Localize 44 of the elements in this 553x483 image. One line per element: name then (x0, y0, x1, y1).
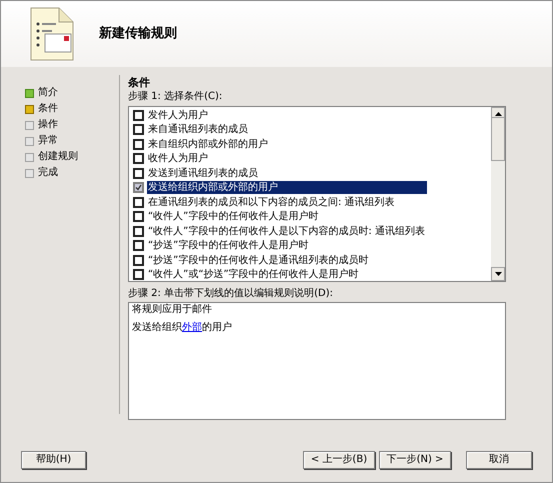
step-label: 创建规则 (38, 151, 78, 163)
cancel-button[interactable]: 取消 (466, 451, 532, 469)
condition-item[interactable]: 发送到通讯组列表的成员 (147, 166, 259, 180)
scroll-down-icon[interactable] (494, 272, 502, 276)
help-button[interactable]: 帮助(H) (21, 451, 86, 469)
step-label: 步骤 2: 单击带下划线的值以编辑规则说明(D): (128, 287, 334, 300)
step-label: 完成 (38, 167, 58, 179)
condition-item[interactable]: 来自通讯组列表的成员 (147, 123, 249, 136)
checkbox[interactable] (133, 182, 144, 194)
document-icon (29, 6, 75, 62)
checkbox[interactable] (133, 110, 144, 121)
value-link[interactable]: 外部 (182, 322, 202, 333)
condition-item[interactable]: 在通讯组列表的成员和以下内容的成员之间: 通讯组列表 (147, 196, 396, 209)
condition-item[interactable]: “收件人”或“抄送”字段中的任何收件人是用户时 (147, 268, 360, 281)
description-line: 发送给组织外部的用户 (132, 321, 233, 334)
step-label: 操作 (38, 119, 58, 131)
next-button[interactable]: 下一步(N) > (379, 451, 451, 469)
checkbox[interactable] (133, 226, 144, 237)
condition-item[interactable]: “收件人”字段中的任何收件人是以下内容的成员时: 通讯组列表 (147, 224, 426, 238)
step-label: 步骤 1: 选择条件(C): (128, 90, 224, 103)
condition-item[interactable]: “收件人”字段中的任何收件人是用户时 (147, 210, 320, 224)
description-heading: 将规则应用于邮件 (132, 303, 213, 316)
condition-item[interactable]: 来自组织内部或外部的用户 (147, 138, 269, 151)
checkbox[interactable] (133, 240, 144, 252)
step-label: 异常 (38, 135, 58, 147)
step-label: 简介 (38, 87, 58, 99)
condition-item[interactable]: “抄送”字段中的任何收件人是通讯组列表的成员时 (147, 254, 370, 267)
checkbox[interactable] (133, 211, 144, 222)
checkbox[interactable] (133, 254, 144, 266)
checkbox[interactable] (133, 138, 144, 150)
checkbox[interactable] (133, 153, 144, 164)
step-label: 条件 (38, 103, 58, 115)
checkbox[interactable] (133, 124, 144, 136)
checkbox[interactable] (133, 196, 144, 208)
condition-item[interactable]: 收件人为用户 (147, 152, 209, 166)
condition-item[interactable]: 发件人为用户 (147, 108, 209, 122)
back-button[interactable]: < 上一步(B) (303, 451, 375, 469)
checkbox[interactable] (133, 168, 144, 179)
condition-item[interactable]: “抄送”字段中的任何收件人是用户时 (147, 239, 310, 252)
condition-item[interactable]: 发送给组织内部或外部的用户 (147, 181, 427, 194)
checkbox[interactable] (133, 269, 144, 280)
scrollbar[interactable] (491, 107, 505, 281)
window-title: 新建传输规则 (99, 24, 177, 44)
section-title: 条件 (128, 76, 151, 90)
